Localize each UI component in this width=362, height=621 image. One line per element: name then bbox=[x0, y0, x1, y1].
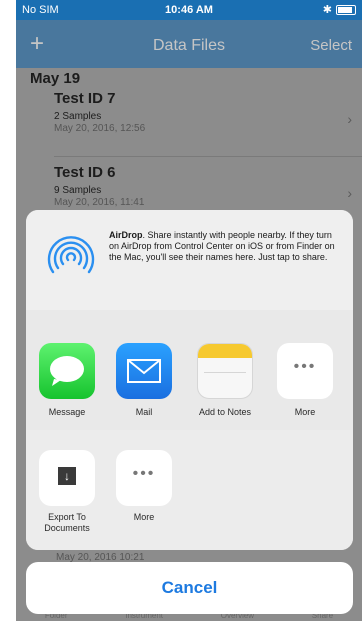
message-icon bbox=[39, 343, 95, 399]
clock: 10:46 AM bbox=[165, 4, 213, 16]
nav-bar: + Data Files Select bbox=[16, 20, 362, 68]
item-date: May 20, 2016, 12:56 bbox=[54, 123, 146, 134]
battery-icon bbox=[336, 4, 356, 15]
share-app-notes[interactable]: Add to Notes bbox=[190, 343, 260, 417]
ellipsis-icon: ••• bbox=[293, 358, 317, 375]
app-label: Mail bbox=[135, 407, 153, 417]
share-app-message[interactable]: Message bbox=[32, 343, 102, 417]
app-label: Message bbox=[48, 407, 86, 417]
share-sheet: AirDrop. Share instantly with people nea… bbox=[26, 210, 353, 550]
airdrop-icon bbox=[47, 236, 95, 274]
action-label: More bbox=[133, 512, 155, 522]
chevron-right-icon: › bbox=[347, 111, 352, 127]
export-icon: ↓ bbox=[39, 450, 95, 506]
phone-screen: No SIM 10:46 AM ✱ + Data Files Select Ma… bbox=[16, 0, 362, 621]
download-arrow-icon: ↓ bbox=[58, 467, 76, 485]
item-name: Test ID 7 bbox=[54, 90, 116, 107]
notes-icon bbox=[197, 343, 253, 399]
section-header: May 19 bbox=[30, 70, 81, 87]
chevron-right-icon: › bbox=[347, 185, 352, 201]
share-app-mail[interactable]: Mail bbox=[109, 343, 179, 417]
action-label: Export To Documents bbox=[44, 512, 90, 533]
mail-icon bbox=[116, 343, 172, 399]
app-label: Add to Notes bbox=[198, 407, 252, 417]
share-apps-row: Message Mail Add to Notes ••• More bbox=[26, 310, 353, 431]
action-export-to-documents[interactable]: ↓ Export To Documents bbox=[32, 450, 102, 534]
item-name: Test ID 6 bbox=[54, 164, 116, 181]
cancel-button[interactable]: Cancel bbox=[26, 562, 353, 614]
action-more[interactable]: ••• More bbox=[109, 450, 179, 523]
ellipsis-icon: ••• bbox=[132, 465, 156, 482]
share-actions-row: ↓ Export To Documents ••• More bbox=[26, 430, 353, 550]
list-item[interactable]: Test ID 7 2 Samples May 20, 2016, 12:56 bbox=[54, 90, 145, 134]
airdrop-section[interactable]: AirDrop. Share instantly with people nea… bbox=[26, 210, 353, 311]
airdrop-title: AirDrop bbox=[109, 230, 143, 240]
item-samples: 9 Samples bbox=[54, 185, 102, 196]
app-label: More bbox=[294, 407, 316, 417]
status-bar: No SIM 10:46 AM ✱ bbox=[16, 0, 362, 20]
list-item[interactable]: Test ID 6 9 Samples May 20, 2016, 11:41 bbox=[54, 164, 144, 208]
airdrop-text: . Share instantly with people nearby. If… bbox=[109, 230, 335, 262]
more-icon: ••• bbox=[116, 450, 172, 506]
bluetooth-icon: ✱ bbox=[322, 4, 332, 16]
share-app-more[interactable]: ••• More bbox=[270, 343, 340, 417]
airdrop-description: AirDrop. Share instantly with people nea… bbox=[109, 230, 344, 263]
status-right: ✱ bbox=[323, 3, 356, 16]
select-button[interactable]: Select bbox=[310, 37, 352, 54]
item-date: May 20, 2016, 11:41 bbox=[54, 197, 145, 208]
item-samples: 2 Samples bbox=[54, 111, 102, 122]
divider bbox=[54, 156, 362, 157]
more-icon: ••• bbox=[277, 343, 333, 399]
